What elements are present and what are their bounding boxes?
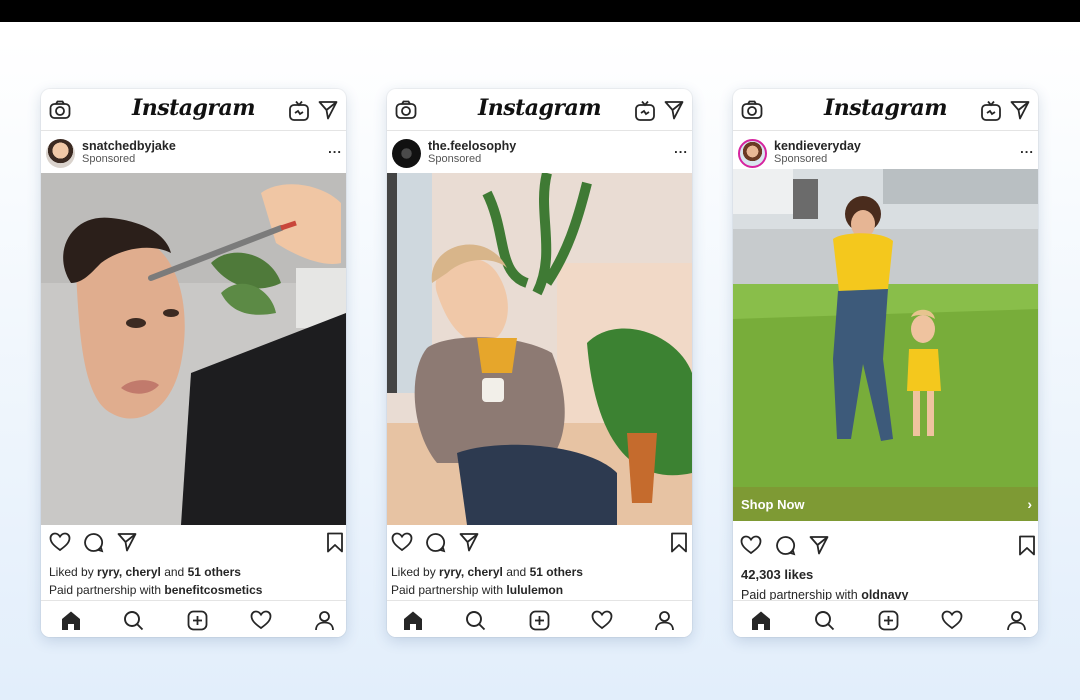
liked-by-others[interactable]: 51 others: [530, 565, 583, 579]
home-icon[interactable]: [60, 610, 82, 636]
activity-heart-icon[interactable]: [941, 610, 963, 635]
direct-send-icon[interactable]: [664, 100, 684, 125]
app-header: Instagram: [41, 89, 346, 131]
more-options-icon[interactable]: ...: [328, 141, 342, 156]
liked-by-text: Liked by ryry, cheryl and 51 others: [391, 565, 583, 579]
post-header: kendieveryday Sponsored ...: [733, 131, 1038, 171]
profile-icon[interactable]: [1006, 610, 1027, 636]
igtv-icon[interactable]: [980, 100, 1002, 127]
avatar[interactable]: [46, 139, 75, 168]
bottom-tab-bar: [733, 600, 1038, 637]
bookmark-icon[interactable]: [670, 532, 688, 558]
profile-icon[interactable]: [314, 610, 335, 636]
heart-icon[interactable]: [49, 532, 71, 557]
app-header: Instagram: [387, 89, 692, 131]
comment-icon[interactable]: [83, 532, 104, 558]
liked-by-users[interactable]: ryry, cheryl: [439, 565, 503, 579]
home-icon[interactable]: [402, 610, 424, 636]
instagram-phone-2: Instagram the.feelosophy Sponsored ... L…: [387, 89, 692, 637]
shop-now-button[interactable]: Shop Now ›: [733, 487, 1038, 521]
username[interactable]: the.feelosophy: [428, 139, 516, 153]
chevron-right-icon: ›: [1027, 496, 1032, 512]
post-actions: [733, 535, 1038, 565]
liked-by-others[interactable]: 51 others: [188, 565, 241, 579]
search-icon[interactable]: [814, 610, 835, 636]
bottom-tab-bar: [41, 600, 346, 637]
likes-count[interactable]: 42,303 likes: [741, 567, 813, 582]
post-image: [387, 173, 692, 525]
instagram-phone-3: Instagram kendieveryday Sponsored ... Sh…: [733, 89, 1038, 637]
home-icon[interactable]: [750, 610, 772, 636]
bookmark-icon[interactable]: [326, 532, 344, 558]
comment-icon[interactable]: [425, 532, 446, 558]
bookmark-icon[interactable]: [1018, 535, 1036, 561]
add-post-icon[interactable]: [187, 610, 208, 636]
bottom-tab-bar: [387, 600, 692, 637]
add-post-icon[interactable]: [878, 610, 899, 636]
activity-heart-icon[interactable]: [250, 610, 272, 635]
app-header: Instagram: [733, 89, 1038, 131]
sponsored-label: Sponsored: [774, 153, 828, 165]
igtv-icon[interactable]: [634, 100, 656, 127]
share-icon[interactable]: [117, 532, 137, 557]
activity-heart-icon[interactable]: [591, 610, 613, 635]
sponsored-label: Sponsored: [82, 153, 136, 165]
liked-by-users[interactable]: ryry, cheryl: [97, 565, 161, 579]
sponsored-label: Sponsored: [428, 153, 482, 165]
post-image: [41, 173, 346, 525]
more-options-icon[interactable]: ...: [674, 141, 688, 156]
partner-link[interactable]: benefitcosmetics: [164, 583, 262, 597]
paid-partnership-text: Paid partnership with benefitcosmetics: [49, 583, 263, 597]
post-header: the.feelosophy Sponsored ...: [387, 131, 692, 171]
top-black-bar: [0, 0, 1080, 22]
search-icon[interactable]: [465, 610, 486, 636]
profile-icon[interactable]: [654, 610, 675, 636]
search-icon[interactable]: [123, 610, 144, 636]
add-post-icon[interactable]: [529, 610, 550, 636]
post-image: Shop Now ›: [733, 169, 1038, 521]
avatar[interactable]: [392, 139, 421, 168]
liked-by-text: Liked by ryry, cheryl and 51 others: [49, 565, 241, 579]
shop-now-label: Shop Now: [741, 497, 805, 512]
share-icon[interactable]: [459, 532, 479, 557]
share-icon[interactable]: [809, 535, 829, 560]
comment-icon[interactable]: [775, 535, 796, 561]
direct-send-icon[interactable]: [318, 100, 338, 125]
post-actions: [387, 532, 692, 562]
partner-link[interactable]: lululemon: [506, 583, 563, 597]
igtv-icon[interactable]: [288, 100, 310, 127]
post-actions: [41, 532, 346, 562]
username[interactable]: snatchedbyjake: [82, 139, 176, 153]
paid-partnership-text: Paid partnership with lululemon: [391, 583, 564, 597]
username[interactable]: kendieveryday: [774, 139, 861, 153]
post-header: snatchedbyjake Sponsored ...: [41, 131, 346, 171]
avatar[interactable]: [738, 139, 767, 168]
more-options-icon[interactable]: ...: [1020, 141, 1034, 156]
instagram-phone-1: Instagram snatchedbyjake Sponsored ... L…: [41, 89, 346, 637]
heart-icon[interactable]: [391, 532, 413, 557]
direct-send-icon[interactable]: [1010, 100, 1030, 125]
heart-icon[interactable]: [740, 535, 762, 560]
